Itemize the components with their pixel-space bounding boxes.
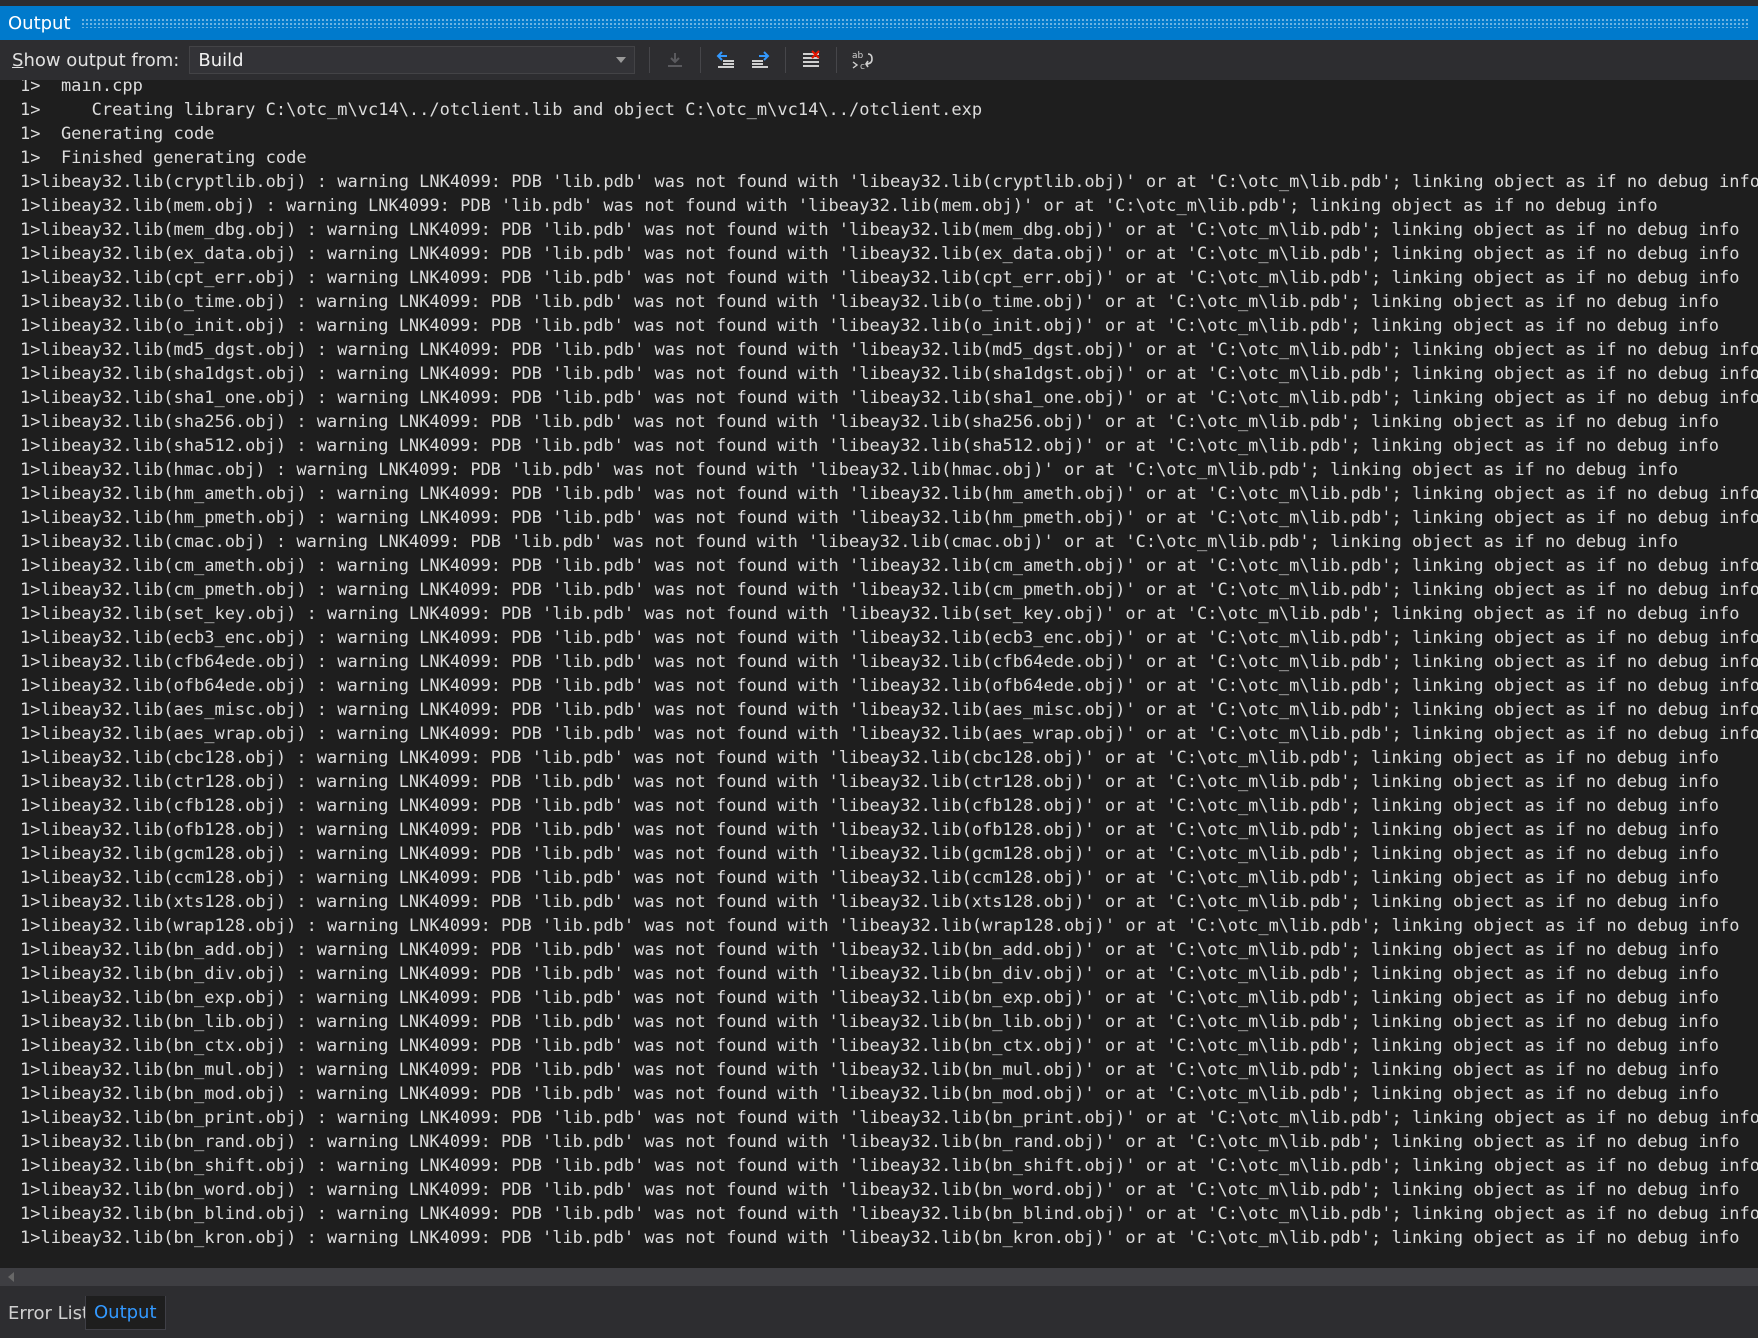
output-line: 1>libeay32.lib(cbc128.obj) : warning LNK… (20, 748, 1719, 768)
output-window: Output Show output from: Build ab c 1> m… (0, 0, 1758, 1338)
output-line: 1>libeay32.lib(bn_rand.obj) : warning LN… (20, 1132, 1740, 1152)
output-line: 1>libeay32.lib(sha256.obj) : warning LNK… (20, 412, 1719, 432)
output-line: 1>libeay32.lib(set_key.obj) : warning LN… (20, 604, 1740, 624)
output-line: 1> main.cpp (20, 80, 143, 96)
output-line: 1>libeay32.lib(cpt_err.obj) : warning LN… (20, 268, 1740, 288)
output-line: 1>libeay32.lib(wrap128.obj) : warning LN… (20, 916, 1740, 936)
svg-text:c: c (860, 62, 865, 71)
clear-all-icon (803, 50, 821, 67)
output-source-dropdown[interactable]: Build (189, 46, 636, 74)
output-line: 1>libeay32.lib(bn_lib.obj) : warning LNK… (20, 1012, 1719, 1032)
show-output-label-rest: how output from: (23, 49, 180, 71)
output-line: 1>libeay32.lib(bn_ctx.obj) : warning LNK… (20, 1036, 1719, 1056)
output-line: 1>libeay32.lib(hm_ameth.obj) : warning L… (20, 484, 1758, 504)
next-message-button[interactable] (745, 45, 775, 75)
title-grip[interactable] (80, 18, 1748, 28)
output-line: 1>libeay32.lib(sha1_one.obj) : warning L… (20, 388, 1758, 408)
output-line: 1>libeay32.lib(cm_ameth.obj) : warning L… (20, 556, 1758, 576)
output-source-value: Build (198, 49, 244, 71)
output-line: 1>libeay32.lib(ccm128.obj) : warning LNK… (20, 868, 1719, 888)
output-line: 1>libeay32.lib(bn_mul.obj) : warning LNK… (20, 1060, 1719, 1080)
output-line: 1>libeay32.lib(mem_dbg.obj) : warning LN… (20, 220, 1740, 240)
svg-text:ab: ab (852, 51, 864, 61)
output-line: 1>libeay32.lib(bn_exp.obj) : warning LNK… (20, 988, 1719, 1008)
output-line: 1>libeay32.lib(cmac.obj) : warning LNK40… (20, 532, 1679, 552)
output-line: 1>libeay32.lib(cfb64ede.obj) : warning L… (20, 652, 1758, 672)
output-line: 1>libeay32.lib(mem.obj) : warning LNK409… (20, 196, 1658, 216)
output-line: 1>libeay32.lib(gcm128.obj) : warning LNK… (20, 844, 1719, 864)
word-wrap-icon: ab c (852, 51, 874, 71)
toolbar-separator (700, 47, 702, 73)
goto-source-icon (668, 53, 683, 67)
output-line: 1>libeay32.lib(ofb64ede.obj) : warning L… (20, 676, 1758, 696)
arrow-up-list-icon (716, 51, 735, 68)
horizontal-scrollbar[interactable] (0, 1268, 1758, 1286)
output-lines: 1> main.cpp 1> Creating library C:\otc_m\… (0, 80, 1758, 1250)
output-line: 1>libeay32.lib(bn_shift.obj) : warning L… (20, 1156, 1758, 1176)
output-line: 1>libeay32.lib(cfb128.obj) : warning LNK… (20, 796, 1719, 816)
output-line: 1>libeay32.lib(bn_blind.obj) : warning L… (20, 1204, 1758, 1224)
output-line: 1>libeay32.lib(cm_pmeth.obj) : warning L… (20, 580, 1758, 600)
find-message-in-code-button[interactable] (660, 45, 690, 75)
output-line: 1>libeay32.lib(bn_div.obj) : warning LNK… (20, 964, 1719, 984)
output-line: 1>libeay32.lib(aes_misc.obj) : warning L… (20, 700, 1758, 720)
output-line: 1>libeay32.lib(ofb128.obj) : warning LNK… (20, 820, 1719, 840)
output-line: 1>libeay32.lib(sha1dgst.obj) : warning L… (20, 364, 1758, 384)
output-line: 1>libeay32.lib(cryptlib.obj) : warning L… (20, 172, 1758, 192)
output-line: 1>libeay32.lib(md5_dgst.obj) : warning L… (20, 340, 1758, 360)
output-line: 1>libeay32.lib(bn_mod.obj) : warning LNK… (20, 1084, 1719, 1104)
output-line: 1>libeay32.lib(bn_add.obj) : warning LNK… (20, 940, 1719, 960)
window-title: Output (8, 12, 71, 34)
toolbar-separator (836, 47, 838, 73)
arrow-down-list-icon (752, 51, 770, 68)
output-line: 1>libeay32.lib(bn_word.obj) : warning LN… (20, 1180, 1740, 1200)
output-line: 1>libeay32.lib(o_time.obj) : warning LNK… (20, 292, 1719, 312)
toggle-word-wrap-button[interactable]: ab c (847, 45, 877, 75)
output-line: 1>libeay32.lib(hm_pmeth.obj) : warning L… (20, 508, 1758, 528)
output-line: 1>libeay32.lib(xts128.obj) : warning LNK… (20, 892, 1719, 912)
output-line: 1> Generating code (20, 124, 215, 144)
output-line: 1>libeay32.lib(bn_kron.obj) : warning LN… (20, 1228, 1740, 1248)
output-line: 1> Creating library C:\otc_m\vc14\../otc… (20, 100, 983, 120)
output-line: 1>libeay32.lib(ecb3_enc.obj) : warning L… (20, 628, 1758, 648)
output-line: 1>libeay32.lib(hmac.obj) : warning LNK40… (20, 460, 1679, 480)
output-line: 1> Finished generating code (20, 148, 307, 168)
output-text-area[interactable]: 1> main.cpp 1> Creating library C:\otc_m\… (0, 80, 1758, 1268)
output-line: 1>libeay32.lib(ex_data.obj) : warning LN… (20, 244, 1740, 264)
output-line: 1>libeay32.lib(sha512.obj) : warning LNK… (20, 436, 1719, 456)
show-output-accesskey: S (12, 49, 24, 71)
output-line: 1>libeay32.lib(ctr128.obj) : warning LNK… (20, 772, 1719, 792)
toolbar-separator (649, 47, 651, 73)
clear-all-button[interactable] (796, 45, 826, 75)
output-line: 1>libeay32.lib(aes_wrap.obj) : warning L… (20, 724, 1758, 744)
title-bar[interactable]: Output (0, 6, 1758, 40)
tab-output[interactable]: Output (85, 1296, 166, 1330)
previous-message-button[interactable] (711, 45, 741, 75)
bottom-tab-strip: Error List Output (0, 1286, 1758, 1338)
show-output-from-label: Show output from: (0, 50, 179, 71)
scroll-left-arrow-icon[interactable] (8, 1272, 14, 1282)
output-line: 1>libeay32.lib(bn_print.obj) : warning L… (20, 1108, 1758, 1128)
output-toolbar: Show output from: Build ab c (0, 40, 1758, 80)
output-line: 1>libeay32.lib(o_init.obj) : warning LNK… (20, 316, 1719, 336)
tab-error-list[interactable]: Error List (0, 1296, 97, 1330)
chevron-down-icon (616, 57, 627, 63)
toolbar-separator (785, 47, 787, 73)
